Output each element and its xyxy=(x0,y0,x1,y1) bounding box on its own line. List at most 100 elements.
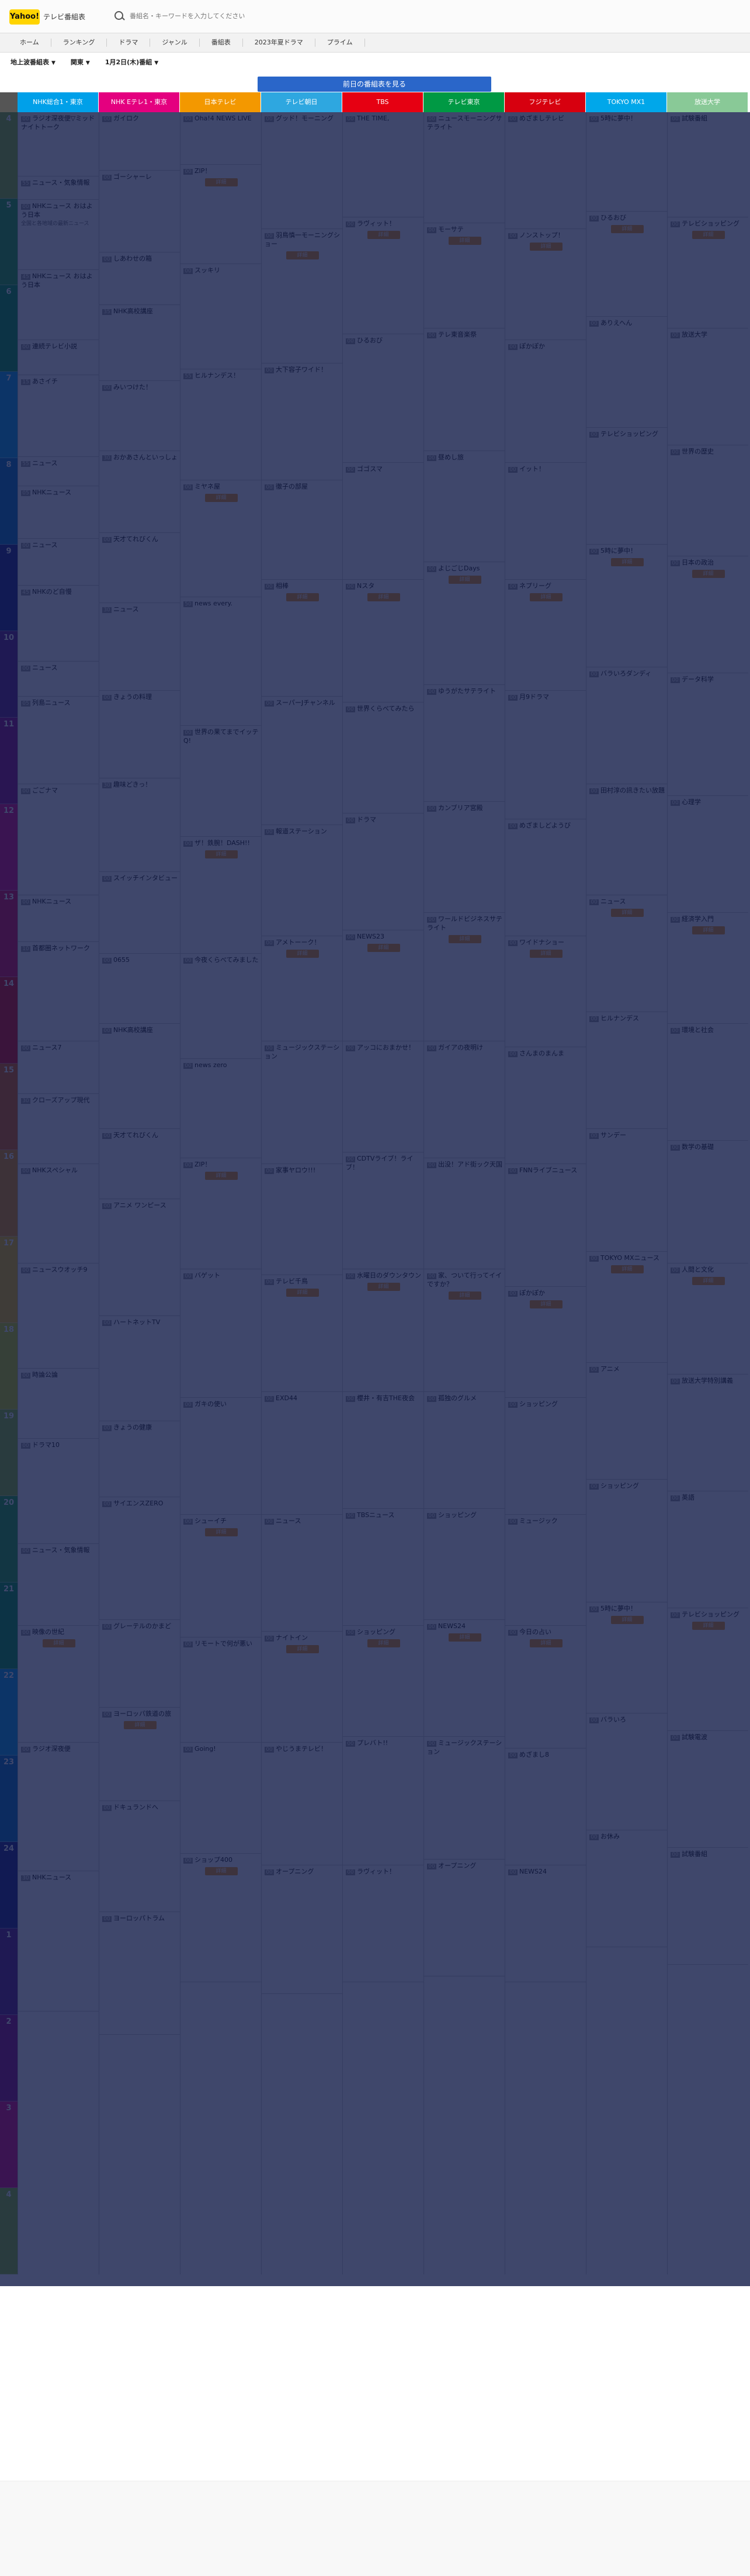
program-title[interactable]: やじうまテレビ！ xyxy=(276,1745,327,1753)
program-title[interactable]: 放送大学 xyxy=(682,331,707,338)
program-cell[interactable]: 00 今日の占い 詳細 xyxy=(505,1626,586,1749)
program-cell[interactable]: 00 報道ステーション xyxy=(262,825,342,936)
program-cell[interactable]: 00 ニュース7 xyxy=(18,1041,99,1094)
program-cell[interactable]: 00 ひるおび xyxy=(343,334,423,463)
detail-button[interactable]: 詳細 xyxy=(448,1292,481,1300)
program-cell[interactable]: 00 アニメ ワンピース xyxy=(99,1199,180,1316)
program-title[interactable]: ショッピング xyxy=(519,1400,558,1408)
program-title[interactable]: 天才てれびくん xyxy=(113,1131,158,1139)
program-title[interactable]: ごごナマ xyxy=(32,787,58,794)
program-title[interactable]: NHKニュース xyxy=(32,489,71,496)
detail-button[interactable]: 詳細 xyxy=(610,558,644,566)
program-title[interactable]: 英語 xyxy=(682,1494,695,1501)
detail-button[interactable]: 詳細 xyxy=(286,1645,319,1653)
program-title[interactable]: 数学の基礎 xyxy=(682,1143,714,1151)
program-cell[interactable]: 00 ドキュランドへ xyxy=(99,1801,180,1912)
program-title[interactable]: 相棒 xyxy=(276,582,289,590)
nav-item[interactable]: 番組表 xyxy=(200,39,243,47)
program-title[interactable]: ドラマ10 xyxy=(32,1441,60,1449)
program-title[interactable]: テレビショッピング xyxy=(682,220,739,227)
program-title[interactable]: ショップ400 xyxy=(195,1856,232,1864)
program-title[interactable]: めざまし8 xyxy=(519,1751,549,1758)
program-title[interactable]: ヒルナンデス！ xyxy=(195,372,239,379)
program-title[interactable]: 放送大学特別講義 xyxy=(682,1377,733,1384)
nav-item[interactable]: プライム xyxy=(315,39,365,47)
program-title[interactable]: ZIP！ xyxy=(195,167,211,175)
program-cell[interactable]: 00 ZIP！ 詳細 xyxy=(180,165,261,264)
program-title[interactable]: 今日の占い xyxy=(519,1628,551,1636)
program-title[interactable]: ニュース xyxy=(32,541,57,549)
program-cell[interactable]: 00 テレビショッピング 詳細 xyxy=(668,217,748,328)
program-title[interactable]: NEWS24 xyxy=(438,1622,466,1630)
program-title[interactable]: 連続テレビ小説 xyxy=(32,342,77,350)
detail-button[interactable]: 詳細 xyxy=(367,944,400,952)
channel-tab[interactable]: NHK Eテレ1・東京 xyxy=(99,92,179,112)
region-select[interactable]: 関東 ▼ xyxy=(71,57,90,67)
program-cell[interactable]: 00 ニュース xyxy=(18,662,99,697)
program-title[interactable]: オープニング xyxy=(276,1868,314,1875)
program-title[interactable]: ショッピング xyxy=(438,1511,477,1519)
program-cell[interactable]: 00 天才てれびくん xyxy=(99,533,180,603)
program-cell[interactable]: 00 テレビ千鳥 詳細 xyxy=(262,1275,342,1392)
detail-button[interactable]: 詳細 xyxy=(204,850,238,858)
program-title[interactable]: めざましどようび xyxy=(519,822,571,829)
program-title[interactable]: news every. xyxy=(195,600,232,607)
program-cell[interactable]: 00 ニュース・気象情報 xyxy=(18,1544,99,1626)
program-cell[interactable]: 00 5時に夢中！ xyxy=(586,112,667,212)
detail-button[interactable]: 詳細 xyxy=(448,1633,481,1642)
program-cell[interactable]: 00 5時に夢中！ 詳細 xyxy=(586,1602,667,1713)
program-cell[interactable]: 00 日本の政治 詳細 xyxy=(668,556,748,673)
program-title[interactable]: ニュース xyxy=(32,664,57,671)
program-title[interactable]: アッコにおまかせ！ xyxy=(357,1044,415,1051)
program-title[interactable]: きょうの健康 xyxy=(113,1424,152,1431)
program-title[interactable]: ニュース xyxy=(276,1517,301,1525)
program-cell[interactable]: 00 リモートで何が悪い xyxy=(180,1637,261,1743)
detail-button[interactable]: 詳細 xyxy=(204,178,238,186)
program-title[interactable]: NHK高校講座 xyxy=(113,307,153,315)
program-title[interactable]: 田村淳の訊きたい放題 xyxy=(600,787,665,794)
program-cell[interactable]: 00 今夜くらべてみました xyxy=(180,954,261,1059)
program-cell[interactable]: 00 家、ついて行ってイイですか？ 詳細 xyxy=(424,1269,505,1392)
program-title[interactable]: 月9ドラマ xyxy=(519,693,549,701)
program-title[interactable]: NEWS23 xyxy=(357,933,384,940)
channel-tab[interactable]: TBS xyxy=(342,92,423,112)
program-title[interactable]: Nスタ xyxy=(357,582,374,590)
program-cell[interactable]: 00 世界くらべてみたら xyxy=(343,702,423,813)
program-title[interactable]: グレーテルのかまど xyxy=(113,1622,171,1630)
program-cell[interactable]: 00 ぽかぽか 詳細 xyxy=(505,1287,586,1398)
program-title[interactable]: ガイロク xyxy=(113,115,139,122)
program-cell[interactable]: 00 環境と社会 xyxy=(668,1024,748,1141)
detail-button[interactable]: 詳細 xyxy=(367,1283,400,1291)
program-title[interactable]: おかあさんといっしょ xyxy=(113,453,178,461)
program-cell[interactable]: 00 ひるおび 詳細 xyxy=(586,212,667,317)
program-cell[interactable]: 00 テレビショッピング 詳細 xyxy=(668,1608,748,1731)
program-cell[interactable]: 00 データ科学 xyxy=(668,673,748,796)
program-title[interactable]: お休み xyxy=(600,1833,620,1840)
nav-item[interactable]: ランキング xyxy=(51,39,107,47)
program-title[interactable]: ネプリーグ xyxy=(519,582,551,590)
program-cell[interactable]: 00 放送大学特別講義 xyxy=(668,1374,748,1491)
program-title[interactable]: ゴゴスマ xyxy=(357,465,383,473)
program-cell[interactable]: 00 バゲット xyxy=(180,1269,261,1398)
detail-button[interactable]: 詳細 xyxy=(42,1639,75,1647)
program-cell[interactable]: 00 NEWS24 xyxy=(505,1865,586,1982)
nav-item[interactable]: 2023年夏ドラマ xyxy=(243,39,315,47)
program-cell[interactable]: 00 めざまし8 xyxy=(505,1749,586,1865)
program-title[interactable]: ひるおび xyxy=(357,337,383,344)
program-cell[interactable]: 00 家事ヤロウ!!! xyxy=(262,1164,342,1275)
program-title[interactable]: ノンストップ！ xyxy=(519,231,564,239)
program-cell[interactable]: 00 カンブリア宮殿 xyxy=(424,802,505,913)
program-cell[interactable]: 00 Going! xyxy=(180,1743,261,1854)
program-cell[interactable]: 00 月9ドラマ xyxy=(505,691,586,819)
program-cell[interactable]: 00 スッキリ xyxy=(180,264,261,369)
program-cell[interactable]: 00 ヨーロッパ鉄道の旅 詳細 xyxy=(99,1708,180,1801)
program-title[interactable]: 試験番組 xyxy=(682,115,707,122)
program-cell[interactable]: 00 テレビショッピング xyxy=(586,428,667,545)
program-title[interactable]: 時論公論 xyxy=(32,1371,58,1379)
search-icon[interactable] xyxy=(114,11,123,20)
program-cell[interactable]: 05 NHKニュース xyxy=(18,486,99,539)
program-title[interactable]: TBSニュース xyxy=(357,1511,395,1519)
program-title[interactable]: テレビショッピング xyxy=(682,1611,739,1618)
program-cell[interactable]: 00 アメトーーク！ 詳細 xyxy=(262,936,342,1041)
detail-button[interactable]: 詳細 xyxy=(367,593,400,601)
